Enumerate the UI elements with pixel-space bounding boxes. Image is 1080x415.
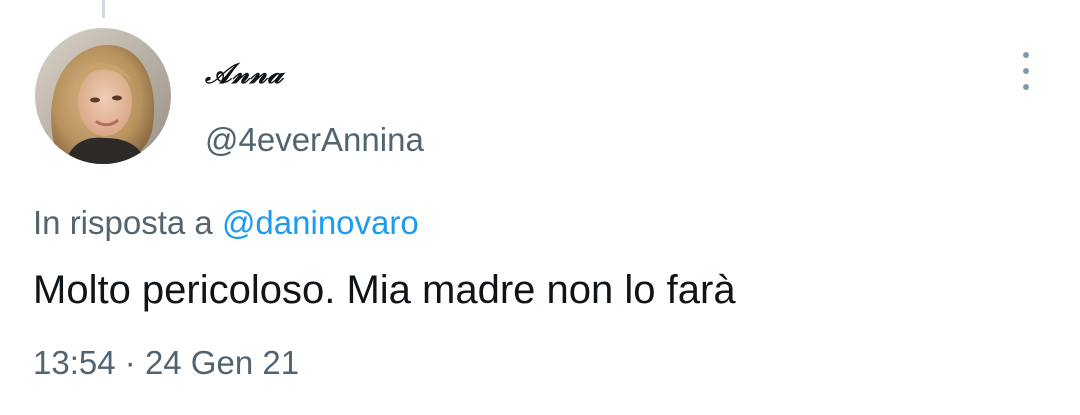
more-vertical-icon bbox=[1023, 52, 1029, 58]
avatar-image bbox=[35, 28, 171, 164]
timestamp-time: 13:54 bbox=[33, 344, 116, 381]
avatar[interactable] bbox=[35, 28, 171, 164]
tweet-text: Molto pericoloso. Mia madre non lo farà bbox=[33, 268, 736, 312]
author-display-name[interactable]: 𝒜𝓃𝓃𝒶 bbox=[205, 56, 283, 92]
reply-context: In risposta a @daninovaro bbox=[33, 202, 419, 244]
more-options-button[interactable] bbox=[1012, 50, 1040, 92]
more-vertical-icon-dot-2 bbox=[1023, 68, 1029, 74]
more-vertical-icon-dot-3 bbox=[1023, 84, 1029, 90]
tweet-timestamp[interactable]: 13:54 · 24 Gen 21 bbox=[33, 342, 299, 384]
author-handle[interactable]: @4everAnnina bbox=[205, 120, 424, 160]
reply-context-prefix: In risposta a bbox=[33, 204, 213, 241]
timestamp-separator: · bbox=[124, 344, 136, 381]
reply-mention-link[interactable]: @daninovaro bbox=[222, 204, 419, 241]
timestamp-date: 24 Gen 21 bbox=[144, 344, 300, 381]
thread-connector-line bbox=[102, 0, 105, 18]
